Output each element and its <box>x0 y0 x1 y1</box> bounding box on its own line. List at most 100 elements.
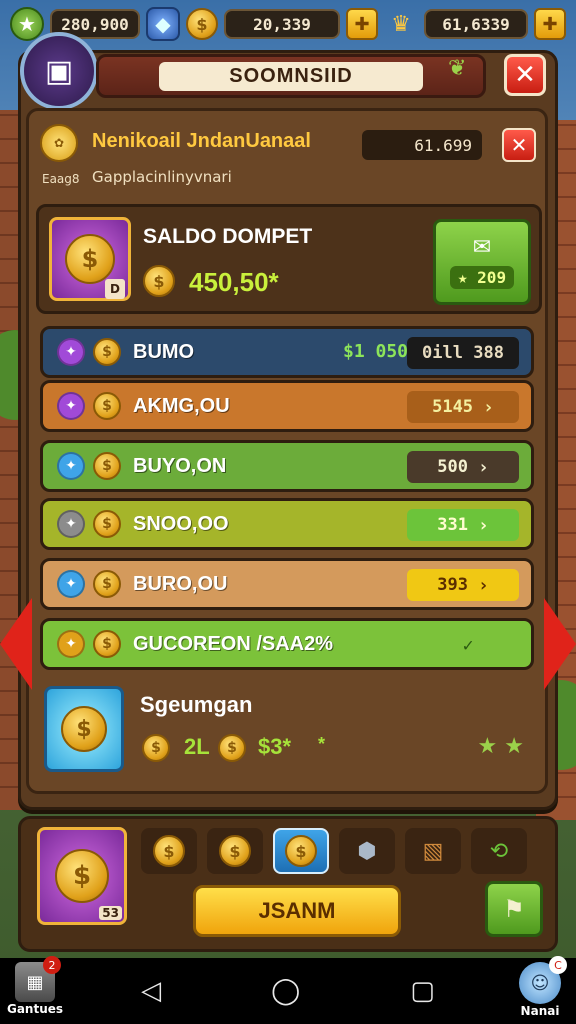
add-resource-button-2[interactable]: ✚ <box>534 8 566 40</box>
tab-coin-active[interactable]: $ <box>273 828 329 874</box>
close-button[interactable]: ✕ <box>504 54 546 96</box>
bonus-star-mark: * <box>318 734 326 754</box>
gem-icon: ✦ <box>57 392 85 420</box>
blue-coin-pack-image: $ <box>44 686 124 772</box>
option-price-button[interactable]: 331 › <box>407 509 519 541</box>
collect-value: ★ 209 <box>449 266 515 289</box>
profile-badge: C <box>549 956 567 974</box>
purchase-option-row[interactable]: ✦ $ BURO,OU 393 › <box>40 558 534 610</box>
option-price: 331 <box>437 515 468 535</box>
sub-header-small-label: Eaag8 <box>42 172 80 186</box>
balance-label: SALDO DOMPET <box>143 225 313 248</box>
coin-pack-item[interactable]: $ 53 <box>37 827 127 925</box>
option-price: 500 <box>437 457 468 477</box>
games-label: Gantues <box>6 1002 64 1016</box>
chevron-right-icon: › <box>477 456 489 478</box>
balance-badge-icon: D <box>105 279 125 299</box>
rating-stars-icon: ★ ★ <box>477 734 524 759</box>
chest-avatar-icon[interactable]: ▣ <box>20 32 98 110</box>
bonus-title: Sgeumgan <box>140 692 253 717</box>
bonus-value-2: $3* <box>258 734 292 759</box>
sub-close-button[interactable]: ✕ <box>502 128 536 162</box>
profile-shortcut[interactable]: ☺ C Nanai <box>510 956 570 1020</box>
purchase-option-row[interactable]: ✦ $ BUMO $1 050 0ill 388 <box>40 326 534 378</box>
tab-coin-2[interactable]: $ <box>207 828 263 874</box>
purchase-option-row[interactable]: ✦ $ BUYO,ON 500 › <box>40 440 534 492</box>
coin-icon: $ <box>93 452 121 480</box>
profile-icon: ☺ C <box>519 956 567 1004</box>
option-label: BUMO <box>133 340 195 363</box>
option-price-button[interactable]: 393 › <box>407 569 519 601</box>
option-price: 5145 <box>432 397 474 417</box>
coin-icon: $ <box>219 835 251 867</box>
coin-icon: $ <box>285 835 317 867</box>
bonus-coin-icon-2: $ <box>218 734 246 762</box>
bonus-item[interactable]: $ Sgeumgan $ 2L $ $3* * ★ ★ <box>40 682 534 778</box>
tab-refresh[interactable]: ⟲ <box>471 828 527 874</box>
gem-icon: ✦ <box>57 338 85 366</box>
games-shortcut[interactable]: ▦ 2 Gantues <box>4 956 66 1020</box>
confirm-button[interactable]: ⚑ <box>485 881 543 937</box>
gem-icon: ✦ <box>57 510 85 538</box>
option-bonus-value: $1 050 <box>343 341 409 362</box>
leaf-icon: ❦ <box>448 56 467 81</box>
coin-icon: $ <box>93 570 121 598</box>
sub-header: ✿ Nenikoail JndanUanaal 61.699 ✕ Eaag8 G… <box>40 120 540 192</box>
page-title: SOOMNSIID <box>159 61 423 91</box>
coin-icon: $ <box>153 835 185 867</box>
option-label: BURO,OU <box>133 572 228 595</box>
option-price-button[interactable]: ✓ <box>407 629 519 661</box>
option-price-button[interactable]: 0ill 388 <box>407 337 519 369</box>
coin-icon: $ <box>93 510 121 538</box>
refresh-icon: ⟲ <box>489 838 509 864</box>
back-icon[interactable]: ◁ <box>141 976 161 1006</box>
recents-icon[interactable]: ▢ <box>410 976 435 1006</box>
balance-amount: 450,50* <box>189 267 279 297</box>
sub-header-description: Gapplacinlinyvnari <box>92 168 232 186</box>
coin-pack-count: 53 <box>99 906 122 920</box>
coin-icon: $ <box>93 338 121 366</box>
flag-icon: ⚑ <box>503 895 525 923</box>
bottom-tabs: $ $ $ ⬢ ▧ ⟲ <box>141 827 551 875</box>
gem-icon: ◆ <box>146 7 180 41</box>
medal-icon: ✿ <box>40 124 78 162</box>
coin-pack-large-icon: $ <box>55 849 109 903</box>
crown-icon: ♛ <box>391 11 411 37</box>
purchase-option-row[interactable]: ✦ $ SNOO,OO 331 › <box>40 498 534 550</box>
crate-icon: ▧ <box>422 838 444 864</box>
collect-value-text: 209 <box>477 268 507 287</box>
option-label: GUCOREON /SAA2% <box>133 632 334 655</box>
option-label: BUYO,ON <box>133 454 227 477</box>
purchase-option-row[interactable]: ✦ $ GUCOREON /SAA2% ✓ <box>40 618 534 670</box>
collect-button[interactable]: ✉ ★ 209 <box>433 219 531 305</box>
option-label: AKMG,OU <box>133 394 230 417</box>
option-price-button[interactable]: 500 › <box>407 451 519 483</box>
sub-header-title: Nenikoail JndanUanaal <box>92 130 311 152</box>
add-resource-button[interactable]: ✚ <box>346 8 378 40</box>
gem-icon: ✦ <box>57 630 85 658</box>
tab-crate[interactable]: ▧ <box>405 828 461 874</box>
tab-chest[interactable]: ⬢ <box>339 828 395 874</box>
gem-icon: ✦ <box>57 452 85 480</box>
bonus-coin-icon: $ <box>142 734 170 762</box>
option-price-button[interactable]: 5145 › <box>407 391 519 423</box>
coin-stack-icon: $ <box>65 234 115 284</box>
tab-coin-1[interactable]: $ <box>141 828 197 874</box>
option-price: 393 <box>437 575 468 595</box>
home-icon[interactable]: ◯ <box>271 976 300 1006</box>
coin-icon: $ <box>93 392 121 420</box>
star-level-icon: ★ <box>10 7 44 41</box>
option-label: SNOO,OO <box>133 512 229 535</box>
gem-icon: ✦ <box>57 570 85 598</box>
money-bundle-icon: ✉ <box>472 235 492 260</box>
profile-label: Nanai <box>520 1004 560 1018</box>
coin-icon: $ <box>186 8 218 40</box>
coin-icon: $ <box>93 630 121 658</box>
system-nav-bar: ◁ ◯ ▢ <box>0 958 576 1024</box>
previous-arrow-button[interactable] <box>0 598 32 690</box>
purchase-option-row[interactable]: ✦ $ AKMG,OU 5145 › <box>40 380 534 432</box>
check-icon: ✓ <box>462 634 474 656</box>
next-arrow-button[interactable] <box>544 598 576 690</box>
main-action-button[interactable]: JSANM <box>193 885 401 937</box>
sub-header-value: 61.699 <box>362 130 482 160</box>
